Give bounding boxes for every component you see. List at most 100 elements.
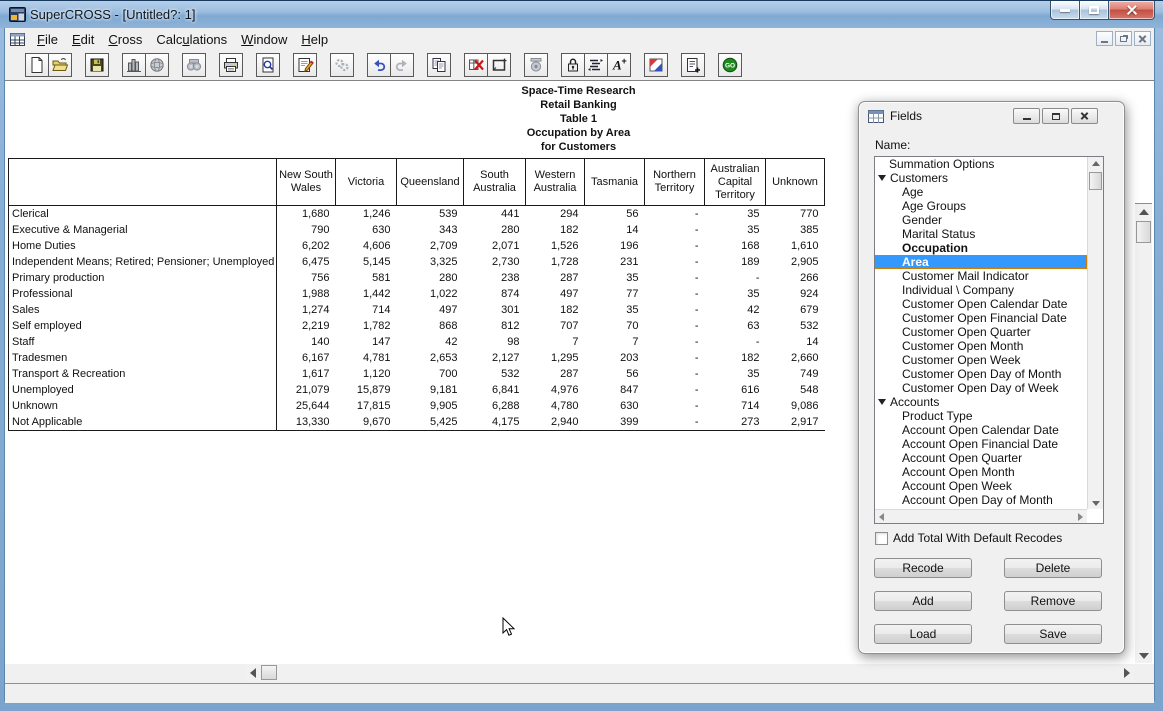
data-cell[interactable]: 35 xyxy=(705,286,766,302)
data-cell[interactable]: 2,071 xyxy=(464,238,526,254)
data-cell[interactable]: - xyxy=(645,222,705,238)
data-cell[interactable]: 21,079 xyxy=(277,382,336,398)
data-cell[interactable]: 4,780 xyxy=(526,398,585,414)
data-cell[interactable]: 280 xyxy=(464,222,526,238)
dialog-close-button[interactable] xyxy=(1071,108,1098,124)
go-icon[interactable]: GO xyxy=(718,53,742,77)
collapse-triangle-icon[interactable] xyxy=(878,399,886,405)
row-label[interactable]: Not Applicable xyxy=(9,414,277,431)
data-cell[interactable]: 6,841 xyxy=(464,382,526,398)
data-cell[interactable]: - xyxy=(645,238,705,254)
field-item-customer-mail-indicator[interactable]: Customer Mail Indicator xyxy=(875,269,1087,283)
lock-icon[interactable] xyxy=(561,53,585,77)
row-label[interactable]: Staff xyxy=(9,334,277,350)
data-cell[interactable]: 1,680 xyxy=(277,206,336,223)
fields-vertical-scroll-thumb[interactable] xyxy=(1089,172,1102,190)
data-cell[interactable]: - xyxy=(645,302,705,318)
undo-icon[interactable] xyxy=(367,53,391,77)
data-cell[interactable]: - xyxy=(645,254,705,270)
field-item-customer-open-quarter[interactable]: Customer Open Quarter xyxy=(875,325,1087,339)
data-cell[interactable]: 1,526 xyxy=(526,238,585,254)
row-label[interactable]: Independent Means; Retired; Pensioner; U… xyxy=(9,254,277,270)
data-cell[interactable]: 35 xyxy=(705,222,766,238)
data-cell[interactable]: 581 xyxy=(336,270,397,286)
field-item-age-groups[interactable]: Age Groups xyxy=(875,199,1087,213)
column-header[interactable]: Victoria xyxy=(336,159,397,206)
data-cell[interactable]: 714 xyxy=(336,302,397,318)
data-cell[interactable]: 2,940 xyxy=(526,414,585,431)
data-cell[interactable]: 790 xyxy=(277,222,336,238)
load-button[interactable]: Load xyxy=(874,624,972,644)
remove-button[interactable]: Remove xyxy=(1004,591,1102,611)
data-cell[interactable]: - xyxy=(705,270,766,286)
field-item-account-open-week[interactable]: Account Open Week xyxy=(875,479,1087,493)
data-cell[interactable]: 42 xyxy=(705,302,766,318)
data-cell[interactable]: 35 xyxy=(705,206,766,223)
dialog-minimize-button[interactable] xyxy=(1013,108,1040,124)
column-header[interactable]: Australian Capital Territory xyxy=(705,159,766,206)
horizontal-scrollbar[interactable] xyxy=(246,664,1134,681)
data-cell[interactable]: 4,976 xyxy=(526,382,585,398)
dialog-maximize-button[interactable] xyxy=(1042,108,1069,124)
data-cell[interactable]: 4,781 xyxy=(336,350,397,366)
data-cell[interactable]: 147 xyxy=(336,334,397,350)
data-cell[interactable]: 56 xyxy=(585,366,645,382)
data-cell[interactable]: 707 xyxy=(526,318,585,334)
data-cell[interactable]: 497 xyxy=(397,302,464,318)
field-item-customers[interactable]: Customers xyxy=(875,171,1087,185)
row-label[interactable]: Home Duties xyxy=(9,238,277,254)
menu-edit[interactable]: Edit xyxy=(65,30,101,50)
maximize-button[interactable] xyxy=(1080,1,1109,20)
field-item-individual-company[interactable]: Individual \ Company xyxy=(875,283,1087,297)
data-cell[interactable]: 7 xyxy=(585,334,645,350)
data-cell[interactable]: 140 xyxy=(277,334,336,350)
save-button[interactable]: Save xyxy=(1004,624,1102,644)
data-cell[interactable]: 6,475 xyxy=(277,254,336,270)
data-cell[interactable]: 9,670 xyxy=(336,414,397,431)
data-cell[interactable]: 2,219 xyxy=(277,318,336,334)
column-header[interactable]: Queensland xyxy=(397,159,464,206)
row-label[interactable]: Self employed xyxy=(9,318,277,334)
data-cell[interactable]: 168 xyxy=(705,238,766,254)
row-label[interactable]: Professional xyxy=(9,286,277,302)
data-cell[interactable]: 1,988 xyxy=(277,286,336,302)
data-cell[interactable]: 196 xyxy=(585,238,645,254)
data-cell[interactable]: 630 xyxy=(336,222,397,238)
fields-dialog-titlebar[interactable]: Fields xyxy=(859,102,1124,126)
print-icon[interactable] xyxy=(219,53,243,77)
data-cell[interactable]: 756 xyxy=(277,270,336,286)
data-cell[interactable]: 548 xyxy=(766,382,825,398)
font-size-icon[interactable]: A+ xyxy=(607,53,631,77)
row-label[interactable]: Unemployed xyxy=(9,382,277,398)
field-item-customer-open-day-of-week[interactable]: Customer Open Day of Week xyxy=(875,381,1087,395)
data-cell[interactable]: 35 xyxy=(585,302,645,318)
add-button[interactable]: Add xyxy=(874,591,972,611)
row-label[interactable]: Transport & Recreation xyxy=(9,366,277,382)
row-label[interactable]: Tradesmen xyxy=(9,350,277,366)
menu-file[interactable]: File xyxy=(30,30,65,50)
field-item-summation-options[interactable]: Summation Options xyxy=(875,157,1087,171)
data-cell[interactable]: 7 xyxy=(526,334,585,350)
annotate-icon[interactable] xyxy=(681,53,705,77)
colors-icon[interactable] xyxy=(644,53,668,77)
row-label[interactable]: Sales xyxy=(9,302,277,318)
column-header[interactable]: Tasmania xyxy=(585,159,645,206)
data-cell[interactable]: 25,644 xyxy=(277,398,336,414)
data-cell[interactable]: 182 xyxy=(526,222,585,238)
field-item-customer-open-financial-date[interactable]: Customer Open Financial Date xyxy=(875,311,1087,325)
fields-scroll-up-icon[interactable] xyxy=(1092,161,1100,166)
collapse-triangle-icon[interactable] xyxy=(878,175,886,181)
data-cell[interactable]: 1,728 xyxy=(526,254,585,270)
data-cell[interactable]: 714 xyxy=(705,398,766,414)
data-cell[interactable]: 1,617 xyxy=(277,366,336,382)
column-header[interactable]: Unknown xyxy=(766,159,825,206)
sphere-icon[interactable] xyxy=(145,53,169,77)
data-cell[interactable]: 266 xyxy=(766,270,825,286)
fields-scroll-left-icon[interactable] xyxy=(879,513,884,521)
data-cell[interactable]: 385 xyxy=(766,222,825,238)
mdi-close-button[interactable] xyxy=(1134,31,1151,46)
data-cell[interactable]: 924 xyxy=(766,286,825,302)
bar-chart-icon[interactable] xyxy=(122,53,146,77)
data-cell[interactable]: 2,905 xyxy=(766,254,825,270)
menu-help[interactable]: Help xyxy=(294,30,335,50)
